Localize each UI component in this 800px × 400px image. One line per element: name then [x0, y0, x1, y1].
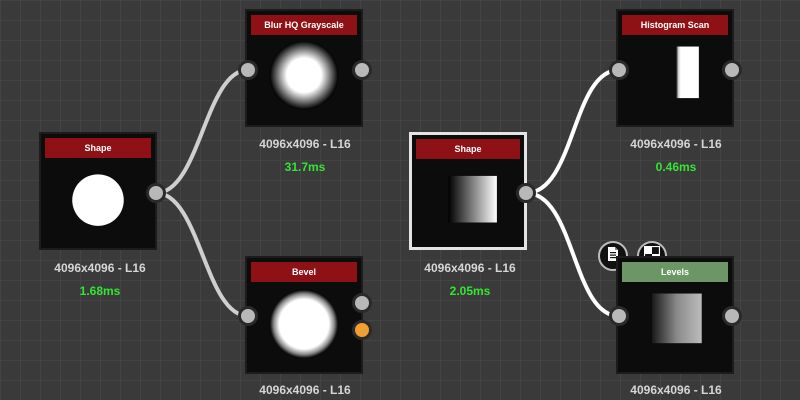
node-title: Shape [45, 138, 151, 158]
node-preview-blurred-disc [251, 37, 357, 121]
node-timing: 2.05ms [449, 284, 491, 298]
node-bevel[interactable]: Bevel [245, 256, 363, 374]
node-resolution: 4096x4096 - L16 [630, 137, 722, 151]
output-port[interactable] [146, 183, 166, 203]
node-resolution: 4096x4096 - L16 [630, 383, 722, 397]
wire-shape-to-blur [154, 68, 250, 195]
node-preview-disc [45, 160, 151, 244]
wire-shape2-to-histogram [524, 68, 621, 195]
node-resolution: 4096x4096 - L16 [54, 261, 146, 275]
node-title: Levels [622, 262, 728, 282]
node-title: Bevel [251, 262, 357, 282]
node-preview-levels-square [622, 284, 728, 368]
input-port[interactable] [238, 306, 258, 326]
node-resolution: 4096x4096 - L16 [259, 383, 351, 397]
node-title: Histogram Scan [622, 15, 728, 35]
input-port[interactable] [609, 306, 629, 326]
output-port[interactable] [352, 60, 372, 80]
node-title: Shape [416, 139, 520, 159]
output-port[interactable] [516, 183, 536, 203]
node-preview-histogram-bar [622, 37, 728, 121]
input-port[interactable] [609, 60, 629, 80]
output-port[interactable] [722, 306, 742, 326]
node-histogram-scan[interactable]: Histogram Scan [616, 9, 734, 127]
node-blur-hq-grayscale[interactable]: Blur HQ Grayscale [245, 9, 363, 127]
node-timing: 1.68ms [79, 284, 121, 298]
node-shape-selected[interactable]: Shape [409, 132, 527, 250]
output-port[interactable] [352, 293, 372, 313]
node-timing: 0.46ms [655, 160, 697, 174]
node-timing: 31.7ms [284, 160, 326, 174]
output-port-normal[interactable] [352, 320, 372, 340]
node-preview-gradient-square [416, 161, 520, 243]
graph-canvas[interactable]: Shape 4096x4096 - L16 1.68ms Blur HQ Gra… [0, 0, 800, 400]
output-port[interactable] [722, 60, 742, 80]
node-levels[interactable]: Levels [616, 256, 734, 374]
node-shape[interactable]: Shape [39, 132, 157, 250]
node-resolution: 4096x4096 - L16 [259, 137, 351, 151]
node-resolution: 4096x4096 - L16 [424, 261, 516, 275]
node-title: Blur HQ Grayscale [251, 15, 357, 35]
node-preview-bevel-disc [251, 284, 357, 368]
input-port[interactable] [238, 60, 258, 80]
